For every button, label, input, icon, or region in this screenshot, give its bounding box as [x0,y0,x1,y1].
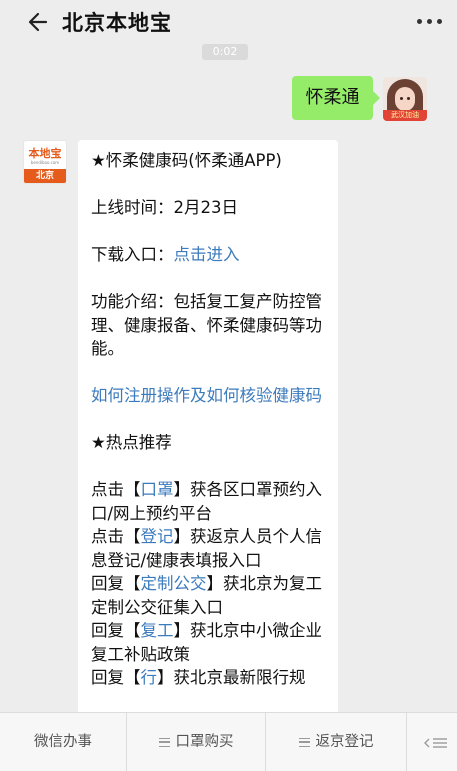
chat-title: 北京本地宝 [62,11,172,35]
download-link[interactable]: 点击进入 [174,245,240,264]
hot-item-keyword-link[interactable]: 口罩 [141,480,174,499]
hot-item: 回复【复工】获北京中小微企业复工补贴政策 [91,619,329,666]
hot-item-keyword-link[interactable]: 登记 [141,527,174,546]
hot-item-prefix: 点击【 [91,527,141,546]
avatar-eye [400,97,403,100]
keyboard-toggle-icon[interactable] [424,737,448,749]
menu-item-label: 口罩购买 [175,734,234,750]
menu-item-wechat-service[interactable]: 微信办事 [0,713,126,771]
reply-message-bubble: ★怀柔健康码(怀柔通APP) 上线时间：2月23日 下载入口：点击进入 功能介绍… [78,140,338,720]
menu-item-label: 微信办事 [34,734,92,750]
hot-item-prefix: 点击【 [91,480,141,499]
sent-message-bubble[interactable]: 怀柔通 [292,76,380,120]
account-avatar[interactable]: 本地宝 bendibao.com 北京 [23,140,67,184]
user-avatar[interactable]: 武汉加油 [383,77,427,121]
submenu-list-icon [158,737,170,747]
reply-message-content: ★怀柔健康码(怀柔通APP) 上线时间：2月23日 下载入口：点击进入 功能介绍… [91,149,329,690]
hot-item: 点击【口罩】获各区口罩预约入口/网上预约平台 [91,478,329,525]
logo-city-text: 北京 [24,169,66,183]
hot-recommend-title: ★热点推荐 [91,433,172,452]
menu-divider [406,713,407,771]
more-dots-icon[interactable] [417,19,443,27]
logo-brand-text: 本地宝 [28,147,62,160]
online-date-line: 上线时间：2月23日 [91,198,238,217]
hot-item-prefix: 回复【 [91,574,141,593]
submenu-list-icon [298,737,310,747]
download-label: 下载入口： [91,245,174,264]
logo-domain-text: bendibao.com [30,160,60,165]
register-guide-link[interactable]: 如何注册操作及如何核验健康码 [91,384,329,408]
app-name-line: ★怀柔健康码(怀柔通APP) [91,151,282,170]
hot-item-keyword-link[interactable]: 复工 [141,621,174,640]
message-timestamp: 0:02 [202,44,248,60]
hot-item-keyword-link[interactable]: 行 [141,668,158,687]
hot-item: 点击【登记】获返京人员个人信息登记/健康表填报入口 [91,525,329,572]
hot-item-prefix: 回复【 [91,621,141,640]
back-arrow-icon[interactable] [26,9,52,35]
hot-item: 回复【行】获北京最新限行规 [91,666,329,690]
hot-item-prefix: 回复【 [91,668,141,687]
menu-item-return-registration[interactable]: 返京登记 [266,713,406,771]
menu-item-label: 返京登记 [315,734,374,750]
avatar-face [395,87,415,111]
hot-item-keyword-link[interactable]: 定制公交 [141,574,207,593]
intro-paragraph: 功能介绍：包括复工复产防控管理、健康报备、怀柔健康码等功能。 [91,292,322,358]
avatar-banner: 武汉加油 [383,110,427,121]
menu-item-mask-purchase[interactable]: 口罩购买 [127,713,265,771]
top-navigation-bar: 北京本地宝 [0,0,457,44]
bottom-menu-bar: 微信办事 口罩购买 返京登记 [0,712,457,771]
hot-item-suffix: 】获北京最新限行规 [157,668,306,687]
hot-item: 回复【定制公交】获北京为复工定制公交征集入口 [91,572,329,619]
avatar-eye [407,97,410,100]
download-line: 下载入口：点击进入 [91,243,329,267]
